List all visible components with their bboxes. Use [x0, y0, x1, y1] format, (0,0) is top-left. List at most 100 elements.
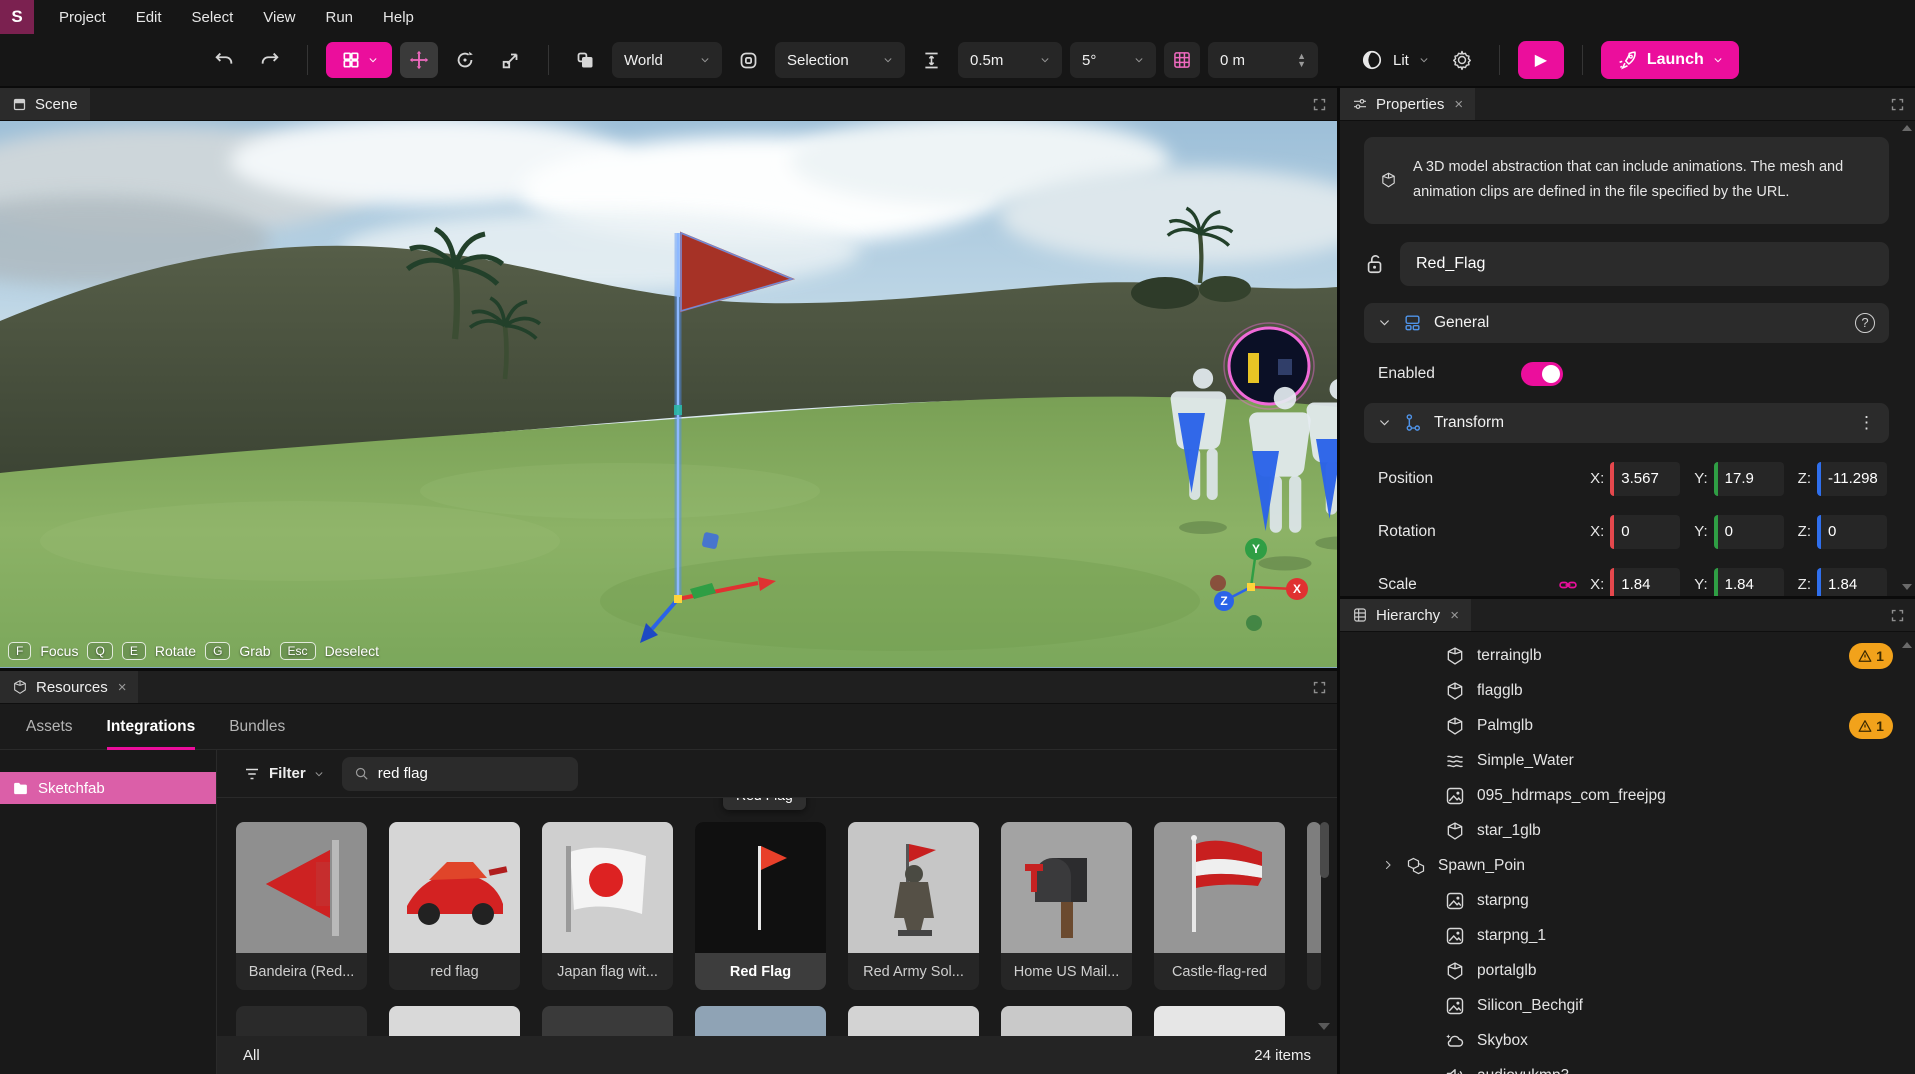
launch-button[interactable]: Launch: [1601, 41, 1739, 79]
elevation-stepper[interactable]: 0 m ▲▼: [1208, 42, 1318, 78]
resource-card[interactable]: Red Army Sol...: [848, 822, 979, 990]
hierarchy-item-palmglb[interactable]: Palmglb 1: [1340, 708, 1915, 743]
search-input[interactable]: [378, 765, 566, 782]
space-dropdown-value: World: [624, 52, 690, 69]
snap-angle-dropdown[interactable]: 5°: [1070, 42, 1156, 78]
transform-menu-icon[interactable]: ⋮: [1858, 413, 1875, 433]
grid-snap-toggle[interactable]: [1164, 42, 1200, 78]
scene-tab[interactable]: Scene: [0, 88, 90, 120]
close-icon[interactable]: ×: [118, 679, 127, 696]
close-icon[interactable]: ×: [1450, 607, 1459, 624]
resource-card-partial[interactable]: [1307, 822, 1321, 990]
position-y-field[interactable]: 17.9: [1714, 462, 1784, 496]
scale-z-field[interactable]: 1.84: [1817, 568, 1887, 596]
scale-y-field[interactable]: 1.84: [1714, 568, 1784, 596]
grid-scrollbar[interactable]: [1320, 822, 1329, 878]
expand-panel-icon[interactable]: [1312, 96, 1327, 114]
position-z-field[interactable]: -11.298: [1817, 462, 1887, 496]
grid-tool-button[interactable]: [326, 42, 392, 78]
sketchfab-label: Sketchfab: [38, 780, 105, 797]
hierarchy-item-silicon-bechgif[interactable]: Silicon_Bechgif: [1340, 988, 1915, 1023]
hierarchy-tab[interactable]: Hierarchy ×: [1340, 599, 1471, 631]
menu-view[interactable]: View: [250, 0, 308, 34]
app-logo[interactable]: S: [0, 0, 34, 34]
snap-object-button[interactable]: [730, 42, 767, 78]
tab-bundles[interactable]: Bundles: [229, 704, 285, 750]
selection-dropdown[interactable]: Selection: [775, 42, 905, 78]
hierarchy-item-audiovukmp3[interactable]: audiovukmp3: [1340, 1058, 1915, 1074]
hierarchy-item-starpng-1[interactable]: starpng_1: [1340, 918, 1915, 953]
hierarchy-item-terrainglb[interactable]: terrainglb 1: [1340, 638, 1915, 673]
expand-chevron-icon[interactable]: [1382, 857, 1394, 875]
hierarchy-item-starpng[interactable]: starpng: [1340, 883, 1915, 918]
transform-section-label: Transform: [1434, 414, 1504, 432]
lock-icon[interactable]: [1364, 253, 1386, 275]
chevron-down-icon[interactable]: [1378, 316, 1391, 329]
menu-project[interactable]: Project: [46, 0, 119, 34]
grid-scroll-down-icon[interactable]: [1318, 1023, 1330, 1030]
rotation-y-field[interactable]: 0: [1714, 515, 1784, 549]
viewport-3d[interactable]: Y X Z F Focus Q E Rotate G Grab Esc Dese…: [0, 121, 1337, 668]
position-x-field[interactable]: 3.567: [1610, 462, 1680, 496]
hierarchy-item-spawn-point[interactable]: Spawn_Poin: [1340, 848, 1915, 883]
vertical-snap-button[interactable]: [913, 42, 950, 78]
enabled-toggle[interactable]: [1521, 362, 1563, 386]
undo-button[interactable]: [205, 42, 243, 78]
duplicate-button[interactable]: [567, 42, 604, 78]
warning-badge[interactable]: 1: [1849, 713, 1893, 739]
chevron-down-icon[interactable]: [1378, 416, 1391, 429]
scale-x-field[interactable]: 1.84: [1610, 568, 1680, 596]
menu-edit[interactable]: Edit: [123, 0, 175, 34]
shading-dropdown[interactable]: Lit: [1355, 42, 1435, 78]
snap-distance-dropdown[interactable]: 0.5m: [958, 42, 1062, 78]
hierarchy-item-flagglb[interactable]: flagglb: [1340, 673, 1915, 708]
expand-panel-icon[interactable]: [1890, 607, 1905, 625]
redo-button[interactable]: [251, 42, 289, 78]
rotation-z-field[interactable]: 0: [1817, 515, 1887, 549]
scale-link-icon[interactable]: [1558, 575, 1578, 595]
settings-button[interactable]: [1443, 42, 1481, 78]
hierarchy-item-skybox[interactable]: Skybox: [1340, 1023, 1915, 1058]
resource-card[interactable]: Castle-flag-red: [1154, 822, 1285, 990]
scale-tool-button[interactable]: [492, 42, 530, 78]
object-name-input[interactable]: Red_Flag: [1400, 242, 1889, 286]
warning-badge[interactable]: 1: [1849, 643, 1893, 669]
play-button[interactable]: ▶: [1518, 41, 1564, 79]
expand-panel-icon[interactable]: [1312, 679, 1327, 697]
menu-select[interactable]: Select: [179, 0, 247, 34]
scroll-up-icon[interactable]: [1902, 125, 1912, 131]
expand-panel-icon[interactable]: [1890, 96, 1905, 114]
resources-tab[interactable]: Resources ×: [0, 671, 138, 703]
general-section-label: General: [1434, 314, 1489, 332]
resource-card[interactable]: Bandeira (Red...: [236, 822, 367, 990]
space-dropdown[interactable]: World: [612, 42, 722, 78]
menu-run[interactable]: Run: [313, 0, 367, 34]
search-box[interactable]: [342, 757, 578, 791]
tab-assets[interactable]: Assets: [26, 704, 73, 750]
section-general[interactable]: General ?: [1364, 303, 1889, 343]
filter-button[interactable]: Filter: [243, 765, 324, 783]
section-transform[interactable]: Transform ⋮: [1364, 403, 1889, 443]
close-icon[interactable]: ×: [1454, 96, 1463, 113]
resource-card-label: red flag: [389, 953, 520, 990]
footer-filter-all[interactable]: All: [243, 1047, 260, 1064]
properties-tab[interactable]: Properties ×: [1340, 88, 1475, 120]
rotate-tool-button[interactable]: [446, 42, 484, 78]
menu-help[interactable]: Help: [370, 0, 427, 34]
sidebar-item-sketchfab[interactable]: Sketchfab: [0, 772, 216, 804]
viewport-canvas: Y X Z: [0, 121, 1337, 667]
hierarchy-item-simple-water[interactable]: Simple_Water: [1340, 743, 1915, 778]
rotation-x-field[interactable]: 0: [1610, 515, 1680, 549]
move-tool-button[interactable]: [400, 42, 438, 78]
resource-card[interactable]: Japan flag wit...: [542, 822, 673, 990]
hierarchy-item-hdrmaps[interactable]: 095_hdrmaps_com_freejpg: [1340, 778, 1915, 813]
stepper-arrows[interactable]: ▲▼: [1297, 52, 1306, 68]
hierarchy-item-portalglb[interactable]: portalglb: [1340, 953, 1915, 988]
help-icon[interactable]: ?: [1855, 313, 1875, 333]
resource-card[interactable]: Home US Mail...: [1001, 822, 1132, 990]
tab-integrations[interactable]: Integrations: [107, 704, 196, 750]
scroll-down-icon[interactable]: [1902, 584, 1912, 590]
resource-card-selected[interactable]: Red Flag: [695, 822, 826, 990]
resource-card[interactable]: red flag: [389, 822, 520, 990]
hierarchy-item-star-1glb[interactable]: star_1glb: [1340, 813, 1915, 848]
